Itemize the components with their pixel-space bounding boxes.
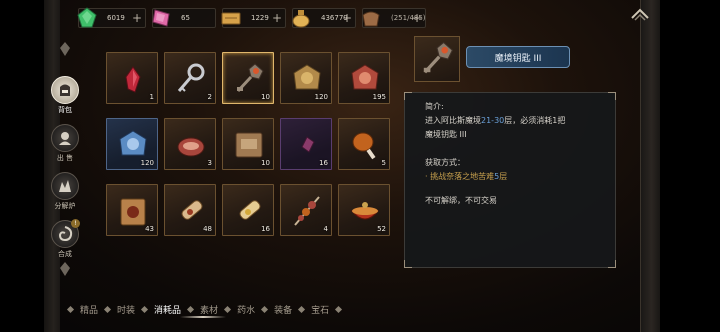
inventory-slot[interactable]: 48 bbox=[164, 184, 216, 236]
raw-meat-icon bbox=[177, 137, 205, 157]
intro-label: 简介: bbox=[425, 102, 444, 111]
inventory-slot[interactable]: 52 bbox=[338, 184, 390, 236]
expand-bag-button[interactable]: + bbox=[412, 11, 422, 25]
obtain-label: 获取方式： bbox=[425, 158, 465, 167]
inventory-slot[interactable]: 10 bbox=[222, 118, 274, 170]
nav-dismantle[interactable]: 分解炉 bbox=[48, 172, 82, 211]
inventory-slot[interactable]: 43 bbox=[106, 184, 158, 236]
tab-separator-icon bbox=[140, 305, 149, 313]
letterbox-right bbox=[660, 0, 720, 332]
add-gold-ticket-button[interactable]: + bbox=[272, 11, 282, 25]
add-green-gem-button[interactable]: + bbox=[132, 11, 142, 25]
tab-separator-icon bbox=[298, 305, 306, 313]
tab-separator-icon bbox=[187, 305, 195, 313]
tab-separator-icon bbox=[66, 305, 75, 313]
inventory-slot[interactable]: 16 bbox=[222, 184, 274, 236]
game-screen: 6019 + 65 1229 + 436779 + (251/485) + 背包… bbox=[0, 0, 720, 332]
resource-value: 1229 bbox=[251, 14, 269, 22]
tab-fashion[interactable]: 时装 bbox=[112, 303, 140, 316]
inventory-slot[interactable]: 16 bbox=[280, 118, 332, 170]
required-key: 魔境钥匙 III bbox=[425, 130, 467, 139]
resource-pink-crystal: 65 bbox=[152, 8, 216, 28]
inventory-slot[interactable]: 5 bbox=[338, 118, 390, 170]
scroll-up-icon[interactable] bbox=[60, 42, 70, 56]
resource-gold-ticket: 1229 + bbox=[221, 8, 286, 28]
meat-skewer-icon bbox=[294, 196, 320, 226]
gold-ticket-icon bbox=[221, 12, 241, 25]
inventory-slot[interactable]: 195 bbox=[338, 52, 390, 104]
nav-label: 背包 bbox=[58, 106, 72, 114]
active-tab-indicator bbox=[180, 316, 226, 318]
nav-sell[interactable]: 出 售 bbox=[48, 124, 82, 163]
leather-bag-icon bbox=[362, 11, 380, 27]
item-info-panel: 简介: 进入阿比斯魔境21-30层，必须消耗1把 魔境钥匙 III 获取方式： … bbox=[404, 92, 616, 268]
alert-badge: ! bbox=[71, 219, 80, 228]
synthesis-icon bbox=[58, 226, 73, 242]
panel-corner bbox=[608, 92, 616, 100]
resource-bar: 6019 + 65 1229 + 436779 + (251/485) + bbox=[77, 7, 426, 28]
inventory-slot[interactable]: 1 bbox=[106, 52, 158, 104]
nav-synthesis[interactable]: ! 合成 bbox=[48, 219, 82, 259]
selected-item-preview bbox=[414, 36, 460, 82]
tab-separator-icon bbox=[335, 305, 343, 313]
inventory-slot[interactable]: 120 bbox=[280, 52, 332, 104]
resource-bag-capacity: (251/485) + bbox=[362, 8, 426, 28]
backpack-icon bbox=[60, 84, 70, 96]
scroll-down-icon[interactable] bbox=[60, 262, 70, 276]
category-tabs: 精品 时装 消耗品 素材 药水 装备 宝石 bbox=[66, 302, 343, 316]
nav-label: 出 售 bbox=[56, 154, 74, 162]
nav-backpack[interactable]: 背包 bbox=[48, 76, 82, 115]
inventory-slot[interactable]: 2 bbox=[164, 52, 216, 104]
resource-value: 65 bbox=[181, 14, 190, 22]
resource-value: 6019 bbox=[107, 14, 125, 22]
pink-crystal-icon bbox=[152, 9, 170, 27]
panel-corner bbox=[404, 260, 412, 268]
inventory-slot[interactable]: 3 bbox=[164, 118, 216, 170]
tab-separator-icon bbox=[224, 305, 232, 313]
demon-key-icon bbox=[423, 41, 454, 74]
tab-equipment[interactable]: 装备 bbox=[269, 303, 297, 316]
tab-potions[interactable]: 药水 bbox=[232, 303, 260, 316]
dismantle-icon bbox=[59, 180, 71, 192]
inventory-slot-selected[interactable]: 10 bbox=[222, 52, 274, 104]
sell-icon bbox=[59, 132, 71, 145]
frame-left bbox=[44, 0, 60, 332]
resource-gold-coins: 436779 + bbox=[292, 8, 356, 28]
silver-key-icon bbox=[177, 63, 205, 92]
letterbox-left bbox=[0, 0, 44, 332]
obtain-source: · 挑战奈落之地苦难5层 bbox=[425, 172, 508, 181]
add-gold-coins-button[interactable]: + bbox=[342, 11, 352, 25]
tab-gems[interactable]: 宝石 bbox=[306, 303, 334, 316]
tab-separator-icon bbox=[261, 305, 269, 313]
bind-restriction: 不可解绑，不可交易 bbox=[425, 196, 497, 205]
tab-consumables[interactable]: 消耗品 bbox=[149, 303, 186, 316]
collapse-chevron-icon[interactable] bbox=[630, 6, 650, 22]
item-description: 进入阿比斯魔境21-30层，必须消耗1把 bbox=[425, 116, 566, 125]
panel-corner bbox=[404, 92, 412, 100]
item-name-plate: 魔境钥匙 III bbox=[466, 46, 570, 68]
nav-label: 合成 bbox=[58, 250, 72, 258]
red-crystal-icon bbox=[125, 66, 141, 93]
tab-premium[interactable]: 精品 bbox=[75, 303, 103, 316]
gold-coin-bag-icon bbox=[292, 10, 310, 28]
inventory-slot[interactable]: 4 bbox=[280, 184, 332, 236]
tab-separator-icon bbox=[103, 305, 112, 313]
green-gem-icon bbox=[77, 7, 97, 28]
tab-materials[interactable]: 素材 bbox=[195, 303, 223, 316]
inventory-slot[interactable]: 120 bbox=[106, 118, 158, 170]
panel-corner bbox=[608, 260, 616, 268]
roast-drumstick-icon bbox=[352, 132, 376, 160]
frame-right bbox=[640, 0, 662, 332]
nav-label: 分解炉 bbox=[54, 202, 76, 210]
resource-green-gem: 6019 + bbox=[77, 7, 146, 28]
